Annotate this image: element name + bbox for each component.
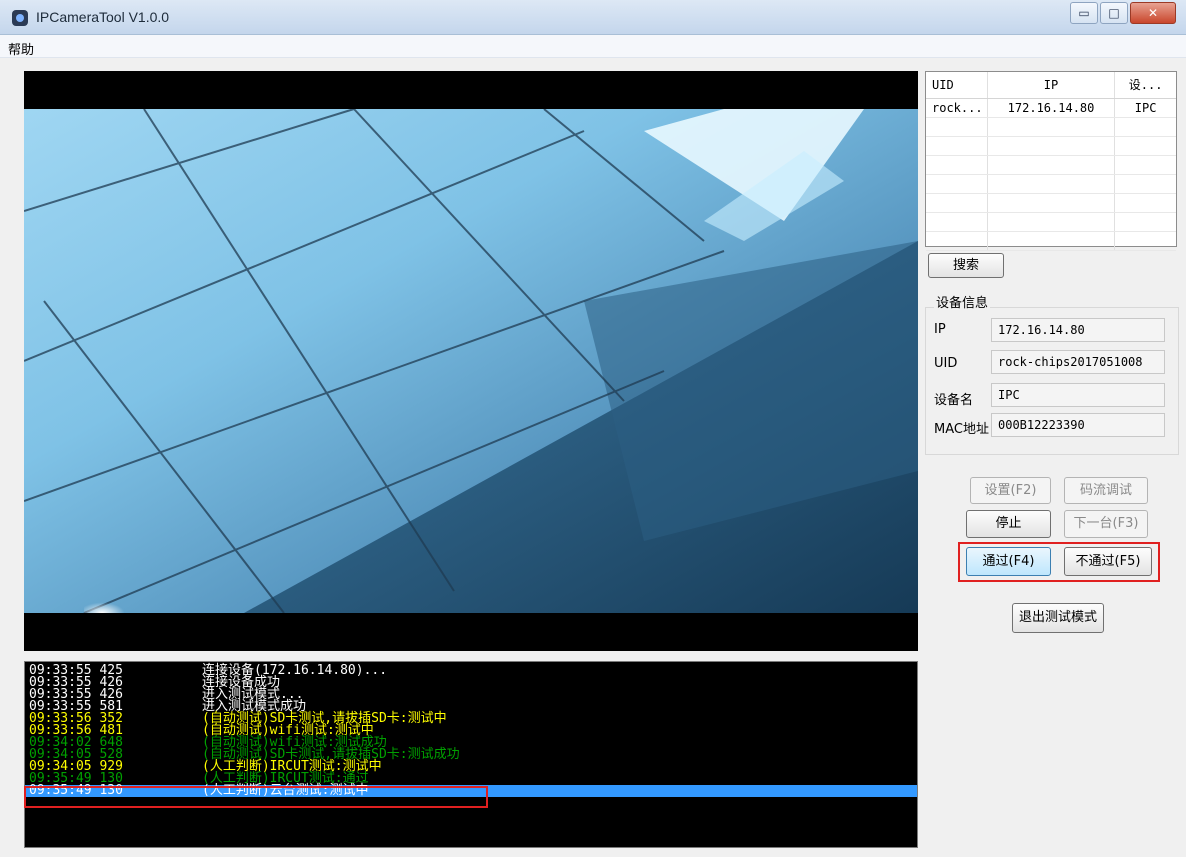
ip-label: IP [934,322,946,337]
log-entry[interactable]: 09:34:02 648 (自动测试)wifi测试:测试成功 [25,736,917,749]
device-info-title: 设备信息 [934,292,991,311]
title-bar: IPCameraTool V1.0.0 ▭ □ ✕ [0,0,1186,35]
device-name-field[interactable]: IPC [991,383,1165,407]
device-list-table[interactable]: UID IP 设... rock... 172.16.14.80 IPC [925,71,1177,251]
settings-button[interactable]: 设置(F2) [970,477,1051,504]
camera-frame-image [24,71,918,651]
table-row-empty [926,156,1176,175]
next-device-button[interactable]: 下一台(F3) [1064,510,1148,538]
exit-test-mode-button[interactable]: 退出测试模式 [1012,603,1104,633]
table-row-empty [926,118,1176,137]
log-entry[interactable]: 09:33:55 581 进入测试模式成功 [25,700,917,713]
log-entry[interactable]: 09:35:49 130 (人工判断)IRCUT测试:通过 [25,772,917,785]
close-button[interactable]: ✕ [1130,2,1176,24]
uid-field[interactable]: rock-chips2017051008 [991,350,1165,374]
log-entry[interactable]: 09:35:49 130 (人工判断)云台测试:测试中 [25,783,917,798]
minimize-button[interactable]: ▭ [1070,2,1098,24]
log-entry[interactable]: 09:34:05 528 (自动测试)SD卡测试,请拔插SD卡:测试成功 [25,748,917,761]
window-title: IPCameraTool V1.0.0 [36,9,170,25]
window-controls: ▭ □ ✕ [1070,2,1176,24]
log-entry[interactable]: 09:33:55 426 连接设备成功 [25,676,917,689]
fail-button[interactable]: 不通过(F5) [1064,547,1152,576]
table-row-empty [926,232,1176,251]
mac-label: MAC地址 [934,422,989,437]
table-row-empty [926,175,1176,194]
ip-field[interactable]: 172.16.14.80 [991,318,1165,342]
cell-ip: 172.16.14.80 [988,99,1116,117]
uid-label: UID [934,356,958,371]
search-button[interactable]: 搜索 [928,253,1004,278]
maximize-button[interactable]: □ [1100,2,1128,24]
device-name-label: 设备名 [934,393,974,408]
column-uid[interactable]: UID [926,72,988,98]
stop-button[interactable]: 停止 [966,510,1051,538]
table-row-empty [926,137,1176,156]
table-header: UID IP 设... [926,72,1176,99]
cell-uid: rock... [926,99,988,117]
log-entry[interactable]: 09:33:55 426 进入测试模式... [25,688,917,701]
mac-field[interactable]: 000B12223390 [991,413,1165,437]
app-camera-icon [12,10,28,26]
log-entry[interactable]: 09:33:56 481 (自动测试)wifi测试:测试中 [25,724,917,737]
pass-button[interactable]: 通过(F4) [966,547,1051,576]
log-entry[interactable]: 09:33:56 352 (自动测试)SD卡测试,请拔插SD卡:测试中 [25,712,917,725]
log-entry[interactable]: 09:34:05 929 (人工判断)IRCUT测试:测试中 [25,760,917,773]
table-row-empty [926,213,1176,232]
log-panel[interactable]: 09:33:55 425 连接设备(172.16.14.80)... 09:33:5… [24,661,918,848]
log-message: (人工判断)云台测试:测试中 [202,783,369,798]
stream-debug-button[interactable]: 码流调试 [1064,477,1148,504]
cell-device: IPC [1134,101,1157,115]
column-ip[interactable]: IP [988,72,1116,98]
table-row-empty [926,194,1176,213]
log-entry[interactable]: 09:33:55 425 连接设备(172.16.14.80)... [25,664,917,677]
video-preview [24,71,918,651]
menu-bar: 帮助 [0,35,1186,58]
column-device[interactable]: 设... [1115,72,1176,98]
table-row[interactable]: rock... 172.16.14.80 IPC [926,99,1176,118]
log-time: 09:35:49 130 [29,783,123,798]
menu-help[interactable]: 帮助 [8,39,34,58]
